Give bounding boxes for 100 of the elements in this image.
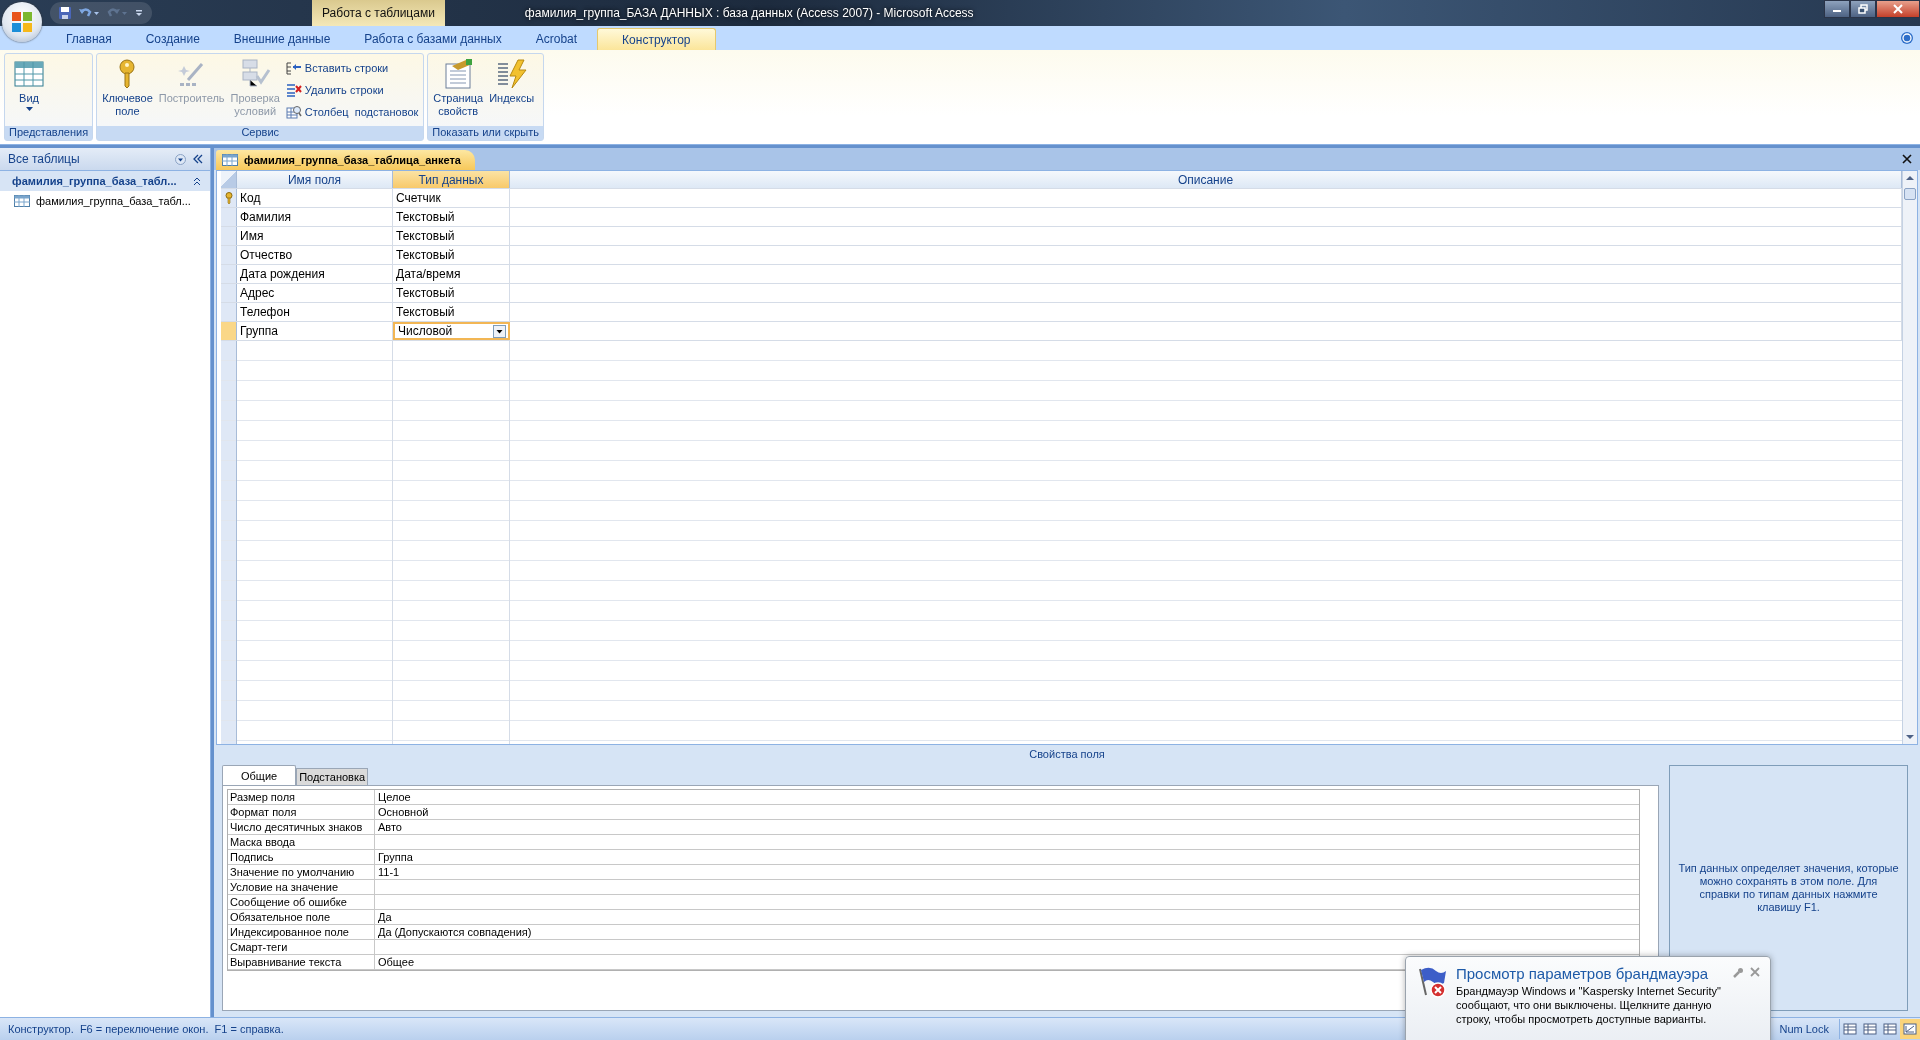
view-icon <box>1843 1023 1857 1035</box>
ribbon-tab[interactable]: Конструктор <box>597 28 716 50</box>
property-label: Сообщение об ошибке <box>228 895 375 909</box>
window-title: фамилия_группа_БАЗА ДАННЫХ : база данных (Access 2007) - Microsoft Access <box>524 6 974 20</box>
scroll-down-icon[interactable] <box>1905 733 1915 741</box>
ribbon-tab[interactable]: Создание <box>131 28 214 50</box>
table-cell[interactable]: Текстовый <box>393 208 510 226</box>
notification-text: Брандмауэр Windows и "Kaspersky Internet Security" сообщают, что они выключены. Щелкните данную строку, чтобы просмотреть доступные варианты. <box>1456 984 1722 1026</box>
table-cell[interactable]: Отчество <box>237 246 393 264</box>
ribbon-button[interactable]: Ключевое поле <box>100 56 155 120</box>
save-icon[interactable] <box>58 6 72 20</box>
lookup-icon <box>285 104 302 119</box>
view-icon <box>1903 1023 1917 1035</box>
property-value-field[interactable]: Да (Допускаются совпадения) <box>375 925 1639 939</box>
ribbon-button[interactable]: Удалить строки <box>283 79 421 100</box>
office-button[interactable] <box>2 2 42 42</box>
ribbon-button[interactable]: Вставить строки <box>283 57 421 78</box>
table-cell[interactable]: Фамилия <box>237 208 393 226</box>
property-label: Смарт-теги <box>228 940 375 954</box>
ribbon-button[interactable]: Столбец подстановок <box>283 101 421 122</box>
document-tab[interactable]: фамилия_группа_база_таблица_анкета <box>216 150 475 170</box>
close-icon[interactable] <box>1902 154 1912 164</box>
table-cell[interactable]: Текстовый <box>393 227 510 245</box>
property-label: Число десятичных знаков <box>228 820 375 834</box>
property-label: Формат поля <box>228 805 375 819</box>
table-cell[interactable]: Дата рождения <box>237 265 393 283</box>
property-value-field[interactable]: Группа <box>375 850 1639 864</box>
table-cell[interactable]: Дата/время <box>393 265 510 283</box>
dropdown-icon[interactable] <box>175 153 186 165</box>
ribbon-button[interactable]: Индексы <box>487 56 537 107</box>
property-label: Подпись <box>228 850 375 864</box>
table-cell[interactable]: Группа <box>237 322 393 340</box>
property-sheet-icon <box>442 58 475 90</box>
row-selector[interactable] <box>221 284 237 302</box>
status-text: Конструктор. F6 = переключение окон. F1 = справка. <box>8 1023 284 1035</box>
table-icon <box>14 195 30 207</box>
scroll-thumb[interactable] <box>1904 188 1916 200</box>
table-cell[interactable]: Счетчик <box>393 189 510 207</box>
column-header[interactable]: Имя поля <box>237 171 393 188</box>
group-label: Сервис <box>97 126 424 140</box>
table-cell[interactable]: Текстовый <box>393 246 510 264</box>
row-selector[interactable] <box>221 265 237 283</box>
scrollbar[interactable] <box>1902 171 1917 744</box>
property-label: Размер поля <box>228 790 375 804</box>
dropdown-icon[interactable] <box>493 324 506 338</box>
lightning-icon <box>495 58 528 90</box>
notification-popup[interactable]: Просмотр параметров брандмауэра Брандмауэр Windows и "Kaspersky Internet Security" сообщают, что они выключены. Щелкните данную строку, чтобы просмотреть доступные варианты. <box>1405 956 1771 1040</box>
row-selector[interactable] <box>221 189 237 207</box>
property-value-field[interactable]: Авто <box>375 820 1639 834</box>
ribbon-tab[interactable]: Acrobat <box>521 28 592 50</box>
table-cell[interactable]: Имя <box>237 227 393 245</box>
view-icon <box>1863 1023 1877 1035</box>
help-text: Тип данных определяет значения, которые можно сохранять в этом поле. Для справки по типам данных нажмите клавишу F1. <box>1678 862 1899 914</box>
table-cell[interactable]: Код <box>237 189 393 207</box>
group-label: Представления <box>5 126 93 140</box>
view-button[interactable] <box>1900 1019 1920 1039</box>
table-cell[interactable]: Телефон <box>237 303 393 321</box>
ribbon-tab[interactable]: Работа с базами данных <box>350 28 516 50</box>
row-selector[interactable] <box>221 227 237 245</box>
help-icon[interactable] <box>1900 31 1914 45</box>
wrench-icon[interactable] <box>1732 967 1744 979</box>
scroll-up-icon[interactable] <box>1905 174 1915 182</box>
column-header[interactable]: Тип данных <box>393 171 510 188</box>
property-value-field[interactable]: 11-1 <box>375 865 1639 879</box>
notification-title: Просмотр параметров брандмауэра <box>1456 965 1710 982</box>
property-label: Значение по умолчанию <box>228 865 375 879</box>
table-cell[interactable]: Адрес <box>237 284 393 302</box>
table-cell[interactable]: Текстовый <box>393 303 510 321</box>
restore-button[interactable] <box>1850 0 1876 18</box>
property-value-field[interactable]: Целое <box>375 790 1639 804</box>
table-cell[interactable]: Текстовый <box>393 284 510 302</box>
property-value-field[interactable]: Основной <box>375 805 1639 819</box>
ribbon-tab[interactable]: Внешние данные <box>219 28 345 50</box>
ribbon-tab[interactable]: Главная <box>52 28 126 50</box>
row-selector[interactable] <box>221 208 237 226</box>
group-label: Показать или скрыть <box>428 126 544 140</box>
data-type-dropdown[interactable]: Числовой <box>393 322 510 340</box>
table-icon <box>222 154 238 166</box>
nav-group-header[interactable]: фамилия_группа_база_табл... <box>0 171 210 191</box>
close-icon <box>1892 4 1904 14</box>
table-icon <box>13 58 45 90</box>
ribbon-button[interactable]: Вид <box>8 56 50 113</box>
property-value-field[interactable]: Да <box>375 910 1639 924</box>
restore-icon <box>1858 4 1868 14</box>
nav-item[interactable]: фамилия_группа_база_табл... <box>0 191 210 211</box>
collapse-icon[interactable] <box>192 154 204 164</box>
property-label: Маска ввода <box>228 835 375 849</box>
row-selector[interactable] <box>221 303 237 321</box>
minimize-button[interactable] <box>1824 0 1850 18</box>
property-tab[interactable]: Подстановка <box>296 768 369 785</box>
customize-icon[interactable] <box>134 8 144 18</box>
select-all-cell[interactable] <box>221 171 237 188</box>
close-button[interactable] <box>1876 0 1920 18</box>
ribbon-button[interactable]: Страница свойств <box>431 56 486 120</box>
office-logo-icon <box>10 10 34 34</box>
column-header[interactable]: Описание <box>510 171 1902 188</box>
row-selector[interactable] <box>221 246 237 264</box>
property-tab[interactable]: Общие <box>222 765 297 785</box>
status-indicator: Num Lock <box>1779 1023 1829 1035</box>
chevron-icon <box>192 176 202 186</box>
